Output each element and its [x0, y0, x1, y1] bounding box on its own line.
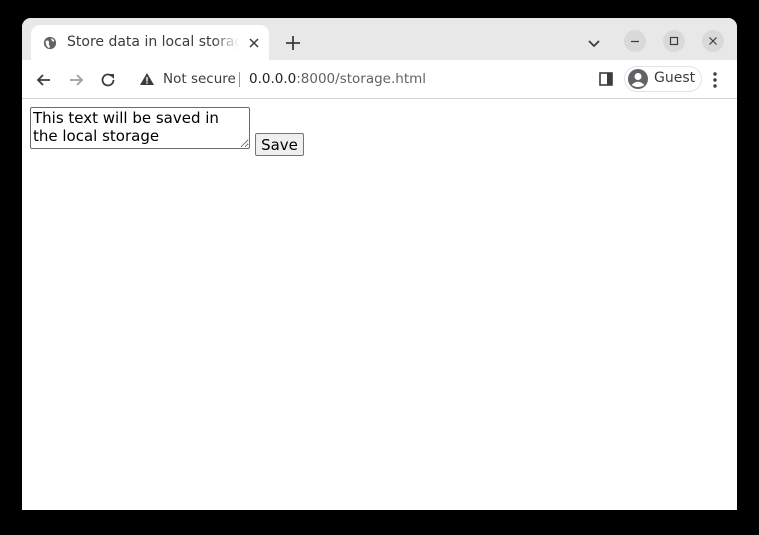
page-content: This text will be saved in the local sto…: [22, 99, 737, 510]
side-panel-icon[interactable]: [598, 71, 614, 87]
minimize-icon: [631, 40, 639, 43]
back-arrow-icon[interactable]: [34, 70, 54, 90]
new-tab-icon[interactable]: [281, 31, 305, 55]
url-host: 0.0.0.0: [249, 71, 297, 87]
kebab-menu-icon[interactable]: [707, 70, 723, 90]
globe-icon: [43, 36, 57, 50]
address-bar[interactable]: Not secure 0.0.0.0:8000/storage.html Gue…: [128, 64, 702, 94]
browser-toolbar: Not secure 0.0.0.0:8000/storage.html Gue…: [22, 60, 737, 99]
tab-active[interactable]: Store data in local storage: [31, 25, 269, 60]
reload-icon[interactable]: [98, 70, 118, 90]
close-window-button[interactable]: [702, 30, 724, 52]
warning-icon[interactable]: [139, 71, 155, 87]
storage-textarea[interactable]: This text will be saved in the local sto…: [30, 107, 250, 149]
url-text[interactable]: 0.0.0.0:8000/storage.html: [249, 71, 426, 87]
browser-window: Store data in local storage Not secure 0…: [22, 18, 737, 510]
security-label[interactable]: Not secure: [163, 71, 236, 87]
minimize-button[interactable]: [624, 30, 646, 52]
divider: [239, 72, 240, 87]
url-path: :8000/storage.html: [296, 71, 427, 87]
close-icon: [709, 37, 717, 45]
close-icon[interactable]: [247, 36, 261, 50]
tab-title: Store data in local storage: [67, 34, 239, 50]
profile-label: Guest: [654, 70, 696, 86]
maximize-icon: [669, 36, 679, 46]
forward-arrow-icon[interactable]: [66, 70, 86, 90]
maximize-button[interactable]: [663, 30, 685, 52]
chevron-down-icon[interactable]: [585, 34, 603, 52]
tab-strip: Store data in local storage: [22, 18, 737, 60]
profile-button[interactable]: Guest: [624, 66, 702, 92]
save-button[interactable]: Save: [255, 133, 304, 156]
avatar-icon: [628, 69, 648, 89]
